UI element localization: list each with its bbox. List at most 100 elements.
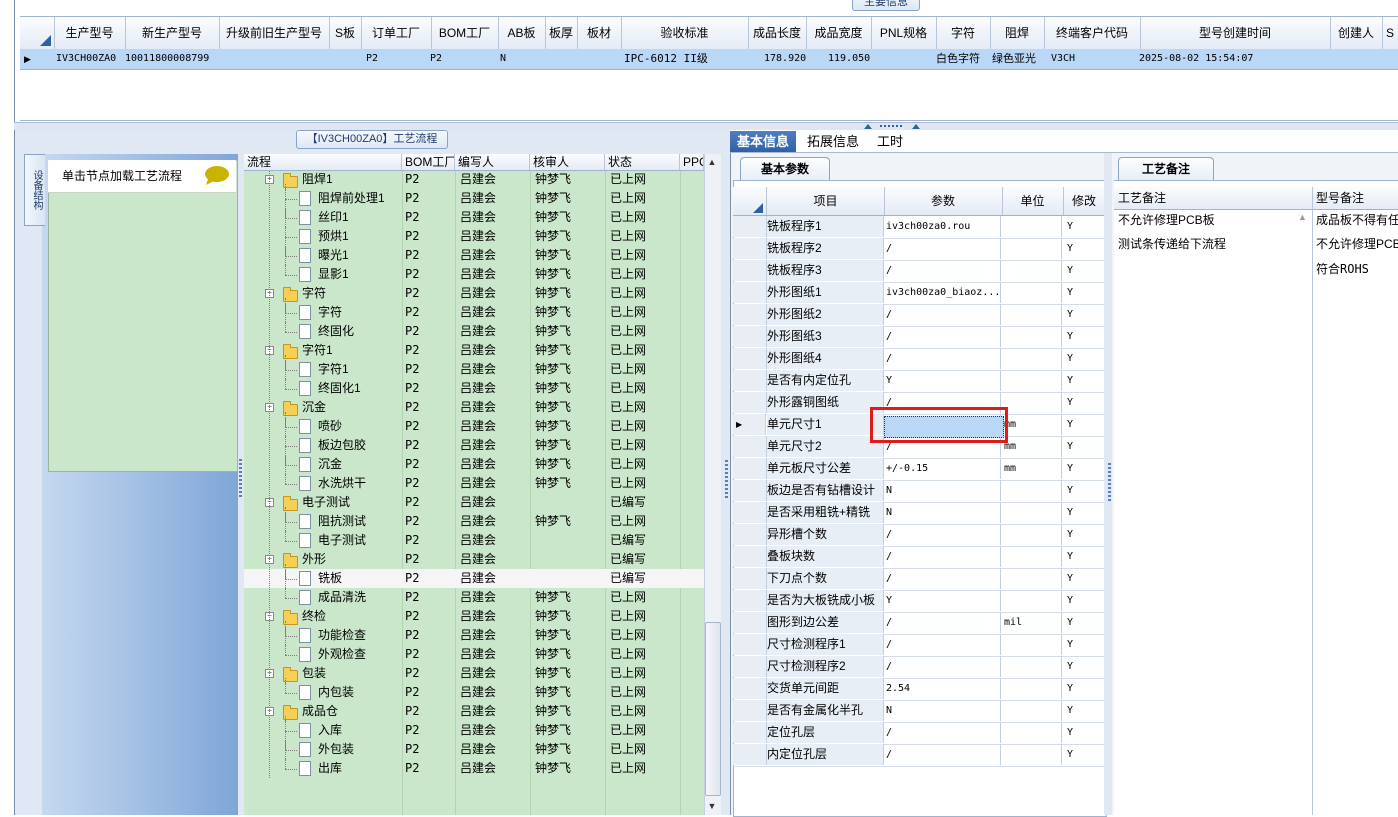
params-col-unit[interactable]: 单位: [1002, 187, 1064, 215]
param-value[interactable]: /: [884, 238, 1001, 259]
tree-group-row[interactable]: − 电子测试 P2 吕建会 已编写: [244, 493, 704, 512]
tree-step-row[interactable]: 阻焊前处理1 P2 吕建会 钟梦飞 已上网: [244, 189, 704, 208]
param-modify[interactable]: Y: [1063, 656, 1105, 677]
param-row[interactable]: 铣板程序1 iv3ch00za0.rou Y: [733, 216, 1105, 239]
param-modify[interactable]: Y: [1063, 370, 1105, 391]
param-row[interactable]: 铣板程序3/ Y: [733, 260, 1105, 283]
param-row-header[interactable]: [733, 590, 767, 611]
param-row[interactable]: 板边是否有钻槽设计 N Y: [733, 480, 1105, 503]
param-unit[interactable]: [1002, 568, 1062, 589]
param-unit[interactable]: [1002, 216, 1062, 237]
param-modify[interactable]: Y: [1063, 546, 1105, 567]
tree-col-ppc[interactable]: PPC: [680, 154, 704, 170]
tree-step-row[interactable]: 内包装 P2 吕建会 钟梦飞 已上网: [244, 683, 704, 702]
param-modify[interactable]: Y: [1063, 524, 1105, 545]
tree-step-row[interactable]: 入库 P2 吕建会 钟梦飞 已上网: [244, 721, 704, 740]
tree-group-row[interactable]: − 外形 P2 吕建会 已编写: [244, 550, 704, 569]
param-row-header[interactable]: [733, 634, 767, 655]
param-row-header[interactable]: [733, 216, 767, 237]
cell-char[interactable]: 白色字符: [936, 49, 990, 69]
tab-work-hours[interactable]: 工时: [870, 131, 910, 152]
param-value[interactable]: +/-0.15: [884, 458, 1001, 479]
param-unit[interactable]: [1002, 546, 1062, 567]
param-modify[interactable]: Y: [1063, 480, 1105, 501]
scroll-down-icon[interactable]: ▼: [704, 798, 720, 814]
param-modify[interactable]: Y: [1063, 304, 1105, 325]
param-unit[interactable]: [1002, 370, 1062, 391]
param-modify[interactable]: Y: [1063, 216, 1105, 237]
param-row-header[interactable]: [733, 458, 767, 479]
param-modify[interactable]: Y: [1063, 282, 1105, 303]
param-unit[interactable]: mm: [1002, 458, 1062, 479]
param-row-header[interactable]: [733, 568, 767, 589]
param-row-header[interactable]: [733, 304, 767, 325]
tree-group-row[interactable]: − 字符 P2 吕建会 钟梦飞 已上网: [244, 284, 704, 303]
tree-group-row[interactable]: − 沉金 P2 吕建会 钟梦飞 已上网: [244, 398, 704, 417]
col-creator[interactable]: 创建人: [1330, 17, 1383, 49]
col-ab-board[interactable]: AB板: [498, 17, 546, 49]
param-value[interactable]: /: [884, 304, 1001, 325]
tree-col-flow[interactable]: 流程: [244, 154, 402, 170]
tree-step-row[interactable]: 板边包胶 P2 吕建会 钟梦飞 已上网: [244, 436, 704, 455]
param-row-header[interactable]: [733, 678, 767, 699]
param-row-header[interactable]: [733, 392, 767, 413]
param-unit[interactable]: [1002, 700, 1062, 721]
tree-step-row[interactable]: 终固化1 P2 吕建会 钟梦飞 已上网: [244, 379, 704, 398]
tree-step-row[interactable]: 电子测试 P2 吕建会 已编写: [244, 531, 704, 550]
param-unit[interactable]: [1002, 326, 1062, 347]
col-pnl[interactable]: PNL规格: [871, 17, 937, 49]
col-material[interactable]: 板材: [577, 17, 622, 49]
tree-group-row[interactable]: − 包装 P2 吕建会 钟梦飞 已上网: [244, 664, 704, 683]
param-value[interactable]: /: [884, 524, 1001, 545]
param-row[interactable]: 下刀点个数 / Y: [733, 568, 1105, 591]
tree-step-row[interactable]: 喷砂 P2 吕建会 钟梦飞 已上网: [244, 417, 704, 436]
param-unit[interactable]: [1002, 744, 1062, 765]
param-modify[interactable]: Y: [1063, 348, 1105, 369]
tree-step-row[interactable]: 字符 P2 吕建会 钟梦飞 已上网: [244, 303, 704, 322]
tree-step-row[interactable]: 阻抗测试 P2 吕建会 钟梦飞 已上网: [244, 512, 704, 531]
tree-col-bom[interactable]: BOM工厂: [402, 154, 455, 170]
cell-acceptance[interactable]: IPC-6012 II级: [624, 49, 734, 69]
col-model[interactable]: 生产型号: [54, 17, 126, 49]
param-value[interactable]: N: [884, 700, 1001, 721]
cell-new-model[interactable]: 10011800008799: [125, 49, 219, 69]
cell-old-model[interactable]: [219, 49, 329, 69]
speech-bubble-icon[interactable]: [204, 165, 230, 185]
param-unit[interactable]: [1002, 480, 1062, 501]
middle-splitter[interactable]: [722, 130, 730, 815]
param-row-header[interactable]: [733, 282, 767, 303]
tree-group-row[interactable]: − 阻焊1 P2 吕建会 钟梦飞 已上网: [244, 170, 704, 189]
tree-step-row[interactable]: 显影1 P2 吕建会 钟梦飞 已上网: [244, 265, 704, 284]
param-row-header[interactable]: [733, 436, 767, 457]
tree-step-row[interactable]: 外包装 P2 吕建会 钟梦飞 已上网: [244, 740, 704, 759]
param-row-header[interactable]: [733, 502, 767, 523]
param-row-header[interactable]: [733, 546, 767, 567]
param-modify[interactable]: Y: [1063, 238, 1105, 259]
param-value[interactable]: /: [884, 260, 1001, 281]
tree-col-reviewer[interactable]: 核审人: [530, 154, 605, 170]
tree-step-row[interactable]: 丝印1 P2 吕建会 钟梦飞 已上网: [244, 208, 704, 227]
param-row-header[interactable]: [733, 348, 767, 369]
param-unit[interactable]: [1002, 524, 1062, 545]
tree-step-row[interactable]: 铣板 P2 吕建会 已编写: [244, 569, 704, 588]
tree-step-row[interactable]: 字符1 P2 吕建会 钟梦飞 已上网: [244, 360, 704, 379]
col-old-model[interactable]: 升级前旧生产型号: [219, 17, 330, 49]
tree-step-row[interactable]: 预烘1 P2 吕建会 钟梦飞 已上网: [244, 227, 704, 246]
col-solder[interactable]: 阻焊: [990, 17, 1045, 49]
col-char[interactable]: 字符: [936, 17, 991, 49]
cell-order-factory[interactable]: P2: [430, 49, 460, 69]
param-unit[interactable]: [1002, 304, 1062, 325]
param-value[interactable]: /: [884, 722, 1001, 743]
tree-step-row[interactable]: 成品清洗 P2 吕建会 钟梦飞 已上网: [244, 588, 704, 607]
param-modify[interactable]: Y: [1063, 414, 1105, 435]
param-row-header[interactable]: [733, 370, 767, 391]
tree-col-writer[interactable]: 编写人: [455, 154, 530, 170]
param-modify[interactable]: Y: [1063, 700, 1105, 721]
basic-params-tab[interactable]: 基本参数: [740, 157, 830, 180]
param-unit[interactable]: [1002, 678, 1062, 699]
param-row-header[interactable]: ▶: [733, 414, 766, 435]
param-row-header[interactable]: [733, 744, 767, 765]
param-value[interactable]: N: [884, 480, 1001, 501]
param-row[interactable]: 图形到边公差 / mil Y: [733, 612, 1105, 635]
cell-ab-board[interactable]: N: [500, 49, 520, 69]
